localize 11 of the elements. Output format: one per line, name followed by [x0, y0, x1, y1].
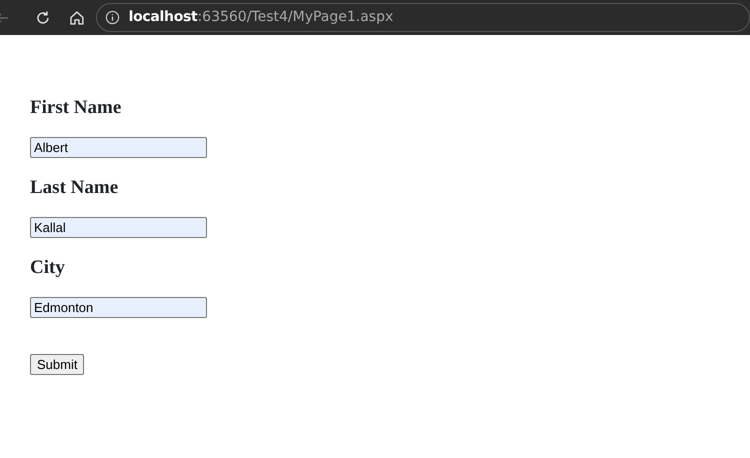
field-label: City: [30, 257, 66, 279]
text-input[interactable]: Albert: [30, 137, 207, 158]
text-input[interactable]: Edmonton: [30, 297, 207, 318]
reload-icon[interactable]: [34, 10, 51, 26]
field-label: First Name: [30, 97, 122, 119]
home-icon[interactable]: [68, 10, 85, 26]
info-icon[interactable]: [104, 10, 120, 25]
submit-button[interactable]: Submit: [30, 354, 84, 375]
address-bar[interactable]: localhost:63560/Test4/MyPage1.aspx: [96, 3, 750, 32]
field-label: Last Name: [30, 177, 120, 199]
text-input[interactable]: Kallal: [30, 217, 207, 238]
